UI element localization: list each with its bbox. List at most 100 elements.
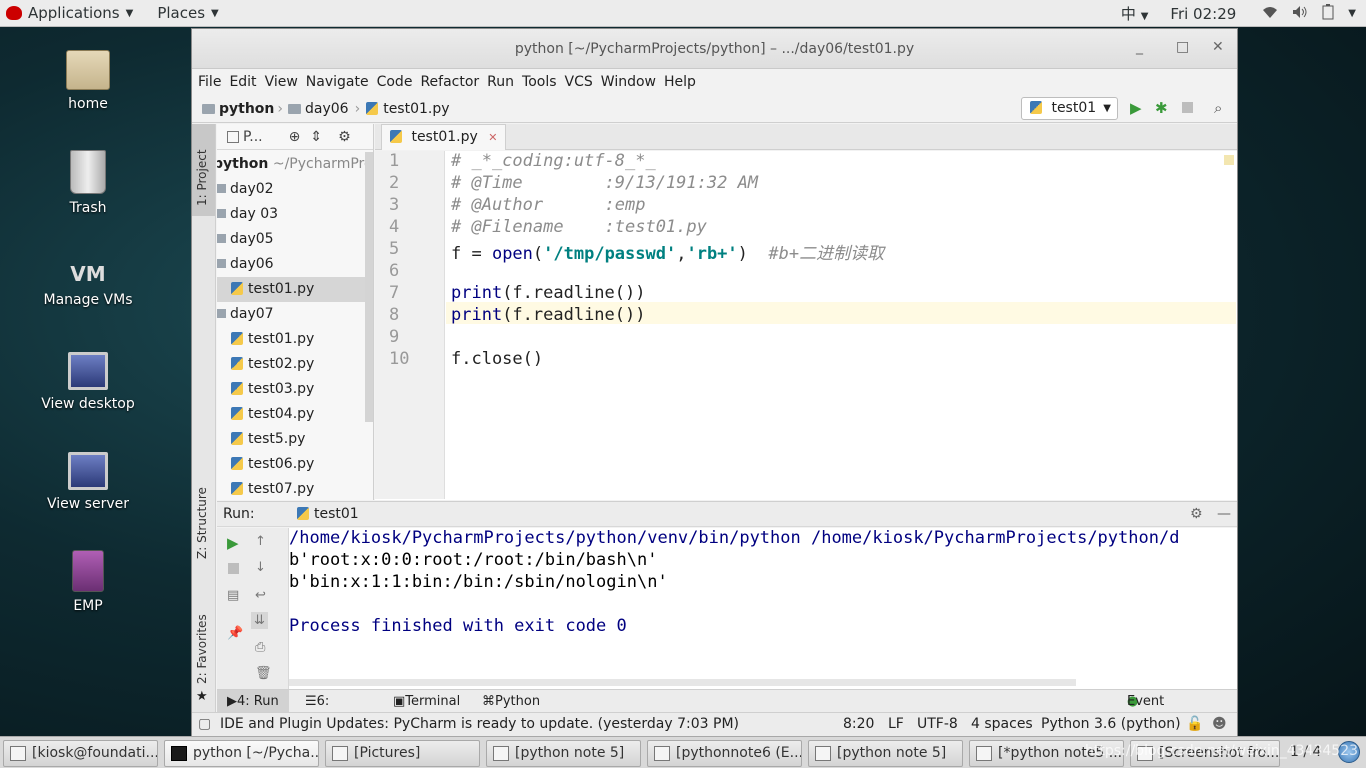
status-message[interactable]: IDE and Plugin Updates: PyCharm is ready… <box>220 713 739 736</box>
project-scrollbar[interactable] <box>365 152 373 422</box>
menu-help[interactable]: Help <box>664 74 696 90</box>
desktop-icon-view-server[interactable]: View server <box>38 452 138 512</box>
tab-python-console[interactable]: ⌘ Python Console <box>482 690 547 732</box>
menu-code[interactable]: Code <box>377 74 413 90</box>
menu-refactor[interactable]: Refactor <box>420 74 479 90</box>
tree-item-test5[interactable]: test5.py <box>217 427 305 452</box>
project-view-select[interactable]: P... <box>243 129 263 145</box>
tree-item-test06[interactable]: test06.py <box>217 452 314 477</box>
indent-setting[interactable]: 4 spaces <box>971 713 1033 736</box>
tab-test01[interactable]: test01.py ✕ <box>381 124 507 150</box>
desktop-icon-trash[interactable]: Trash <box>38 150 138 216</box>
close-tab-icon[interactable]: ✕ <box>488 131 497 144</box>
caret-position[interactable]: 8:20 <box>843 713 874 736</box>
tree-item-test01[interactable]: test01.py <box>217 327 314 352</box>
status-toggle-icon[interactable]: ▢ <box>198 713 211 736</box>
tab-run[interactable]: ▶ 4: Run <box>217 690 289 713</box>
pycharm-icon <box>171 746 187 761</box>
task-pythonnote6[interactable]: [pythonnote6 (E... <box>647 740 802 767</box>
run-tab-test01[interactable]: test01 <box>297 502 359 526</box>
hide-panel-icon[interactable]: — <box>1217 502 1231 526</box>
places-menu[interactable]: Places ▼ <box>157 4 218 22</box>
layout-icon[interactable]: ▤ <box>227 588 239 603</box>
tree-item-day06-test01[interactable]: test01.py <box>217 277 365 302</box>
desktop-icon-emp[interactable]: EMP <box>38 550 138 614</box>
up-arrow-icon[interactable]: ↑ <box>255 534 266 549</box>
tab-structure[interactable]: Z: Structure <box>192 464 215 564</box>
menu-run[interactable]: Run <box>487 74 514 90</box>
breadcrumb-folder[interactable]: day06 <box>305 101 349 117</box>
tree-item-test02[interactable]: test02.py <box>217 352 314 377</box>
clock[interactable]: Fri 02:29 <box>1170 5 1236 23</box>
input-method-indicator[interactable]: 中 ▼ <box>1121 3 1149 24</box>
desktop-icon-manage-vms[interactable]: VM Manage VMs <box>38 262 138 308</box>
tab-project[interactable]: 1: Project <box>192 124 215 216</box>
tree-item-test03[interactable]: test03.py <box>217 377 314 402</box>
lock-icon[interactable]: 🔓 <box>1186 713 1203 736</box>
run-console[interactable]: /home/kiosk/PycharmProjects/python/venv/… <box>289 528 1237 714</box>
down-arrow-icon[interactable]: ↓ <box>255 560 266 575</box>
window-titlebar[interactable]: python [~/PycharmProjects/python] – .../… <box>192 29 1237 69</box>
run-icon[interactable]: ▶ <box>1130 99 1142 117</box>
tab-terminal[interactable]: ▣ Terminal <box>393 690 460 713</box>
tab-favorites[interactable]: 2: Favorites ★ <box>192 584 215 709</box>
tree-item-test07[interactable]: test07.py <box>217 477 314 500</box>
menu-navigate[interactable]: Navigate <box>306 74 369 90</box>
battery-icon[interactable] <box>1322 3 1334 24</box>
applications-menu[interactable]: Applications ▼ <box>6 4 133 22</box>
soft-wrap-icon[interactable]: ↩ <box>255 588 266 603</box>
locate-icon[interactable]: ⊕ <box>289 129 301 145</box>
folder-icon <box>217 259 226 268</box>
rerun-icon[interactable]: ▶ <box>227 534 239 552</box>
tree-item-day07[interactable]: day07 <box>217 302 274 327</box>
maximize-button[interactable]: □ <box>1176 39 1189 55</box>
tree-item-day06[interactable]: day06 <box>217 252 274 277</box>
inspection-indicator[interactable] <box>1224 155 1234 165</box>
menu-edit[interactable]: Edit <box>229 74 256 90</box>
task-pycharm[interactable]: python [~/Pycha... <box>164 740 319 767</box>
menu-file[interactable]: File <box>198 74 221 90</box>
desktop-icon-view-desktop[interactable]: View desktop <box>38 352 138 412</box>
task-pictures[interactable]: [Pictures] <box>325 740 480 767</box>
menu-window[interactable]: Window <box>601 74 656 90</box>
tree-item-test04[interactable]: test04.py <box>217 402 314 427</box>
power-menu[interactable]: ▼ <box>1348 8 1356 19</box>
gear-icon[interactable]: ⚙ <box>1190 502 1203 526</box>
tree-item-day02[interactable]: day02 <box>217 177 274 202</box>
scroll-to-end-icon[interactable]: ⇊ <box>251 612 268 629</box>
stop-icon[interactable] <box>1182 102 1193 113</box>
task-python-note5-b[interactable]: [python note 5] <box>808 740 963 767</box>
menu-view[interactable]: View <box>265 74 298 90</box>
minimize-button[interactable]: _ <box>1136 39 1143 55</box>
search-icon[interactable]: ⌕ <box>1214 99 1222 117</box>
taskbar: [kiosk@foundati... python [~/Pycha... [P… <box>0 736 1366 768</box>
inspector-icon[interactable]: ☻ <box>1212 713 1227 736</box>
tree-root[interactable]: python ~/PycharmProjec <box>217 152 373 177</box>
pin-icon[interactable]: 📌 <box>227 626 243 641</box>
line-separator[interactable]: LF <box>888 713 904 736</box>
tab-todo[interactable]: ☰ 6: TODO <box>305 690 355 732</box>
debug-icon[interactable]: ✱ <box>1155 99 1168 117</box>
stop-icon[interactable] <box>228 563 239 574</box>
console-hscrollbar[interactable] <box>289 679 1076 686</box>
trash-icon[interactable]: 🗑 <box>255 666 272 681</box>
menu-vcs[interactable]: VCS <box>565 74 593 90</box>
breadcrumb-file[interactable]: test01.py <box>383 101 449 117</box>
volume-icon[interactable] <box>1292 5 1308 23</box>
wifi-icon[interactable] <box>1262 5 1278 23</box>
breadcrumb-root[interactable]: python <box>219 101 274 117</box>
python-interpreter[interactable]: Python 3.6 (python) <box>1041 713 1181 736</box>
desktop-icon-home[interactable]: home <box>38 50 138 112</box>
tree-item-day05[interactable]: day05 <box>217 227 274 252</box>
print-icon[interactable]: ⎙ <box>255 640 265 655</box>
task-python-note5[interactable]: [python note 5] <box>486 740 641 767</box>
run-configuration-select[interactable]: test01 ▼ <box>1021 97 1118 120</box>
collapse-all-icon[interactable]: ⇕ <box>310 129 322 145</box>
close-button[interactable]: ✕ <box>1212 39 1224 55</box>
file-encoding[interactable]: UTF-8 <box>917 713 958 736</box>
task-terminal[interactable]: [kiosk@foundati... <box>3 740 158 767</box>
tree-item-day03[interactable]: day 03 <box>217 202 278 227</box>
menu-tools[interactable]: Tools <box>522 74 557 90</box>
code-editor[interactable]: 1 2 3 4 5 6 7 8 9 10 # _*_coding:utf-8_*… <box>375 151 1237 500</box>
gear-icon[interactable]: ⚙ <box>338 129 351 145</box>
